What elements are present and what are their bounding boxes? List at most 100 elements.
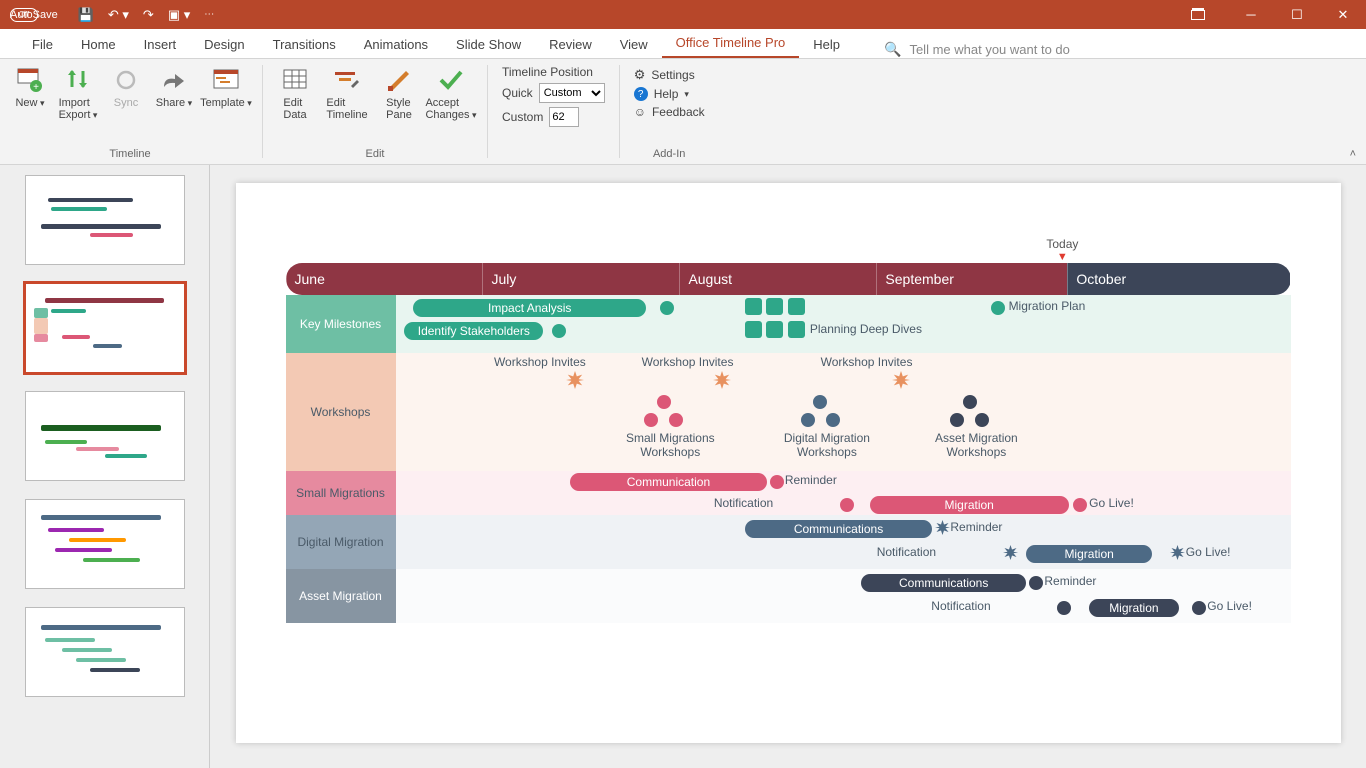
tab-animations[interactable]: Animations — [350, 37, 442, 58]
tab-home[interactable]: Home — [67, 37, 130, 58]
sync-icon — [111, 65, 141, 95]
task-bar[interactable]: Identify Stakeholders — [404, 322, 543, 340]
accept-changes-button[interactable]: Accept Changes — [423, 63, 479, 121]
milestone-dot[interactable] — [552, 324, 566, 338]
redo-icon[interactable]: ↷ — [143, 7, 154, 23]
tab-view[interactable]: View — [606, 37, 662, 58]
milestone-dot[interactable] — [1057, 601, 1071, 615]
milestone-square[interactable] — [745, 298, 762, 315]
group-addin-label: Add-In — [653, 148, 685, 162]
milestone-dot[interactable] — [1073, 498, 1087, 512]
slide-thumb-2[interactable] — [25, 283, 185, 373]
task-bar[interactable]: Migration — [1026, 545, 1151, 563]
style-pane-button[interactable]: Style Pane — [375, 63, 423, 121]
tell-me-search[interactable]: 🔍 Tell me what you want to do — [884, 41, 1070, 58]
milestone-label: Go Live! — [1186, 545, 1231, 559]
task-bar[interactable]: Migration — [870, 496, 1069, 514]
slide-thumbnails-panel[interactable] — [0, 165, 210, 768]
milestone-label: Notification — [714, 496, 773, 510]
help-button[interactable]: ?Help▾ — [634, 87, 705, 101]
burst-icon[interactable] — [892, 371, 910, 389]
style-icon — [384, 65, 414, 95]
sync-button[interactable]: Sync — [102, 63, 150, 121]
svg-text:+: + — [33, 82, 39, 93]
group-timeline: + New Import Export Sync Share Template … — [0, 59, 260, 164]
group-timeline-position: Timeline Position Quick Custom Custom — [490, 59, 617, 164]
custom-input[interactable] — [549, 107, 579, 127]
milestone-dot[interactable] — [770, 475, 784, 489]
sync-label: Sync — [114, 97, 138, 109]
template-button[interactable]: Template — [198, 63, 254, 121]
milestone-dot[interactable] — [1029, 576, 1043, 590]
task-bar[interactable]: Migration — [1089, 599, 1179, 617]
cluster-dot[interactable] — [826, 413, 840, 427]
tab-transitions[interactable]: Transitions — [259, 37, 350, 58]
milestone-square[interactable] — [766, 321, 783, 338]
burst-icon[interactable] — [566, 371, 584, 389]
close-button[interactable]: ✕ — [1320, 0, 1366, 29]
task-bar[interactable]: Communications — [861, 574, 1027, 592]
milestone-square[interactable] — [766, 298, 783, 315]
tab-file[interactable]: File — [18, 37, 67, 58]
quick-access-toolbar: 💾 ↶ ▾ ↷ ▣ ▾ ⋯ — [78, 7, 215, 23]
tab-insert[interactable]: Insert — [130, 37, 191, 58]
minimize-button[interactable]: ─ — [1228, 0, 1274, 29]
burst-icon[interactable] — [713, 371, 731, 389]
burst-icon[interactable] — [1170, 545, 1185, 560]
milestone-dot[interactable] — [1192, 601, 1206, 615]
feedback-button[interactable]: ☺Feedback — [634, 105, 705, 119]
ribbon-display-options-icon[interactable] — [1182, 0, 1228, 29]
grid-icon — [280, 65, 310, 95]
ribbon-tabs: File Home Insert Design Transitions Anim… — [0, 29, 1366, 59]
milestone-square[interactable] — [745, 321, 762, 338]
ribbon: + New Import Export Sync Share Template … — [0, 59, 1366, 165]
undo-icon[interactable]: ↶ ▾ — [108, 7, 129, 23]
edit-timeline-label: Edit Timeline — [326, 97, 367, 121]
task-bar[interactable]: Impact Analysis — [413, 299, 646, 317]
tab-help[interactable]: Help — [799, 37, 854, 58]
collapse-ribbon-icon[interactable]: ˄ — [1350, 148, 1356, 160]
cluster-dot[interactable] — [669, 413, 683, 427]
maximize-button[interactable]: ☐ — [1274, 0, 1320, 29]
milestone-dot[interactable] — [840, 498, 854, 512]
cluster-dot[interactable] — [813, 395, 827, 409]
autosave-toggle[interactable]: AutoSave Off — [10, 9, 58, 21]
settings-button[interactable]: ⚙Settings — [634, 67, 705, 83]
qat-more-icon[interactable]: ⋯ — [204, 9, 214, 20]
task-bar[interactable]: Communication — [570, 473, 767, 491]
row-key-milestones: Key MilestonesImpact AnalysisIdentify St… — [286, 295, 1291, 353]
burst-icon[interactable] — [1003, 545, 1018, 560]
slide-thumb-3[interactable] — [25, 391, 185, 481]
tab-review[interactable]: Review — [535, 37, 606, 58]
cluster-dot[interactable] — [963, 395, 977, 409]
group-edit-label: Edit — [366, 148, 385, 162]
edit-data-button[interactable]: Edit Data — [271, 63, 319, 121]
slide-canvas[interactable]: Today▼JuneJulyAugustSeptemberOctoberKey … — [236, 183, 1341, 743]
present-icon[interactable]: ▣ ▾ — [168, 7, 190, 23]
milestone-dot[interactable] — [991, 301, 1005, 315]
cluster-dot[interactable] — [644, 413, 658, 427]
burst-icon[interactable] — [935, 520, 950, 535]
cluster-dot[interactable] — [657, 395, 671, 409]
edit-timeline-button[interactable]: Edit Timeline — [319, 63, 375, 121]
share-button[interactable]: Share — [150, 63, 198, 121]
quick-select[interactable]: Custom — [539, 83, 605, 103]
cluster-dot[interactable] — [801, 413, 815, 427]
task-bar[interactable]: Communications — [745, 520, 933, 538]
new-button[interactable]: + New — [6, 63, 54, 121]
milestone-square[interactable] — [788, 298, 805, 315]
milestone-dot[interactable] — [660, 301, 674, 315]
today-marker: Today▼ — [1046, 237, 1078, 263]
cluster-dot[interactable] — [950, 413, 964, 427]
row-small-migrations: Small MigrationsCommunicationMigrationRe… — [286, 471, 1291, 515]
save-icon[interactable]: 💾 — [78, 7, 94, 23]
tab-office-timeline-pro[interactable]: Office Timeline Pro — [662, 35, 800, 58]
import-export-button[interactable]: Import Export — [54, 63, 102, 121]
cluster-dot[interactable] — [975, 413, 989, 427]
tab-design[interactable]: Design — [190, 37, 258, 58]
slide-thumb-5[interactable] — [25, 607, 185, 697]
slide-thumb-4[interactable] — [25, 499, 185, 589]
tab-slideshow[interactable]: Slide Show — [442, 37, 535, 58]
milestone-square[interactable] — [788, 321, 805, 338]
slide-thumb-1[interactable] — [25, 175, 185, 265]
